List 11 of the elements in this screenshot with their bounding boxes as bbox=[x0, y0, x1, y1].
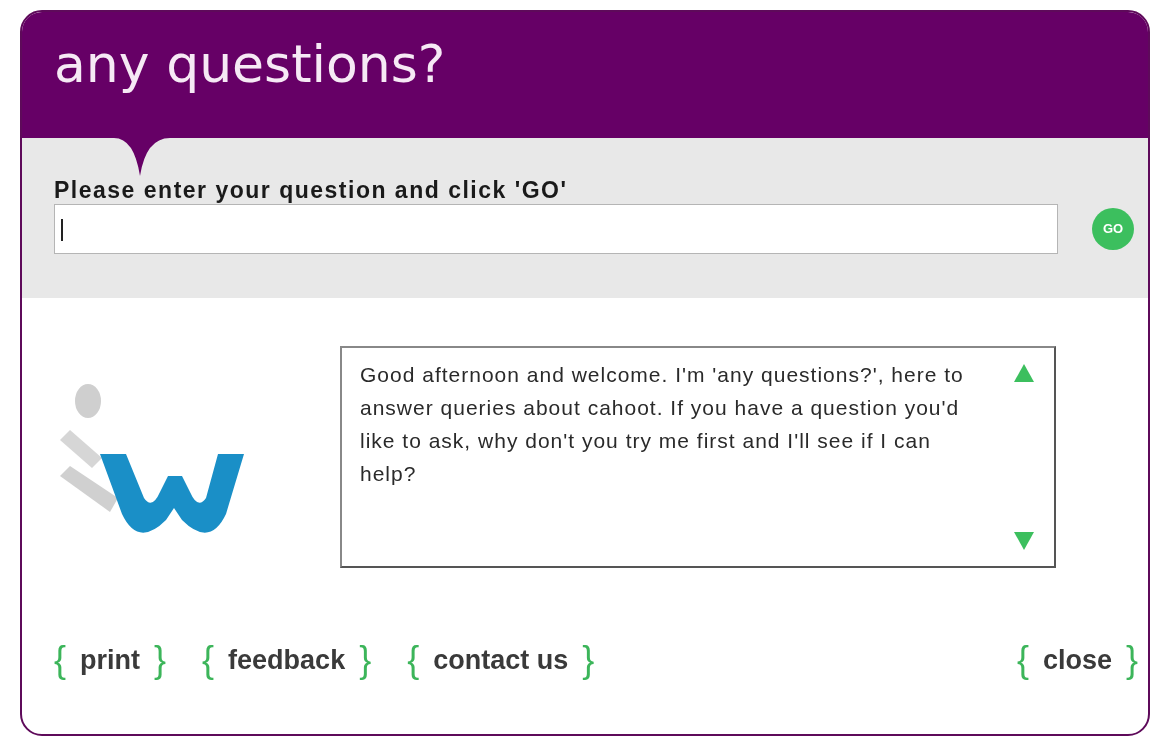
text-cursor bbox=[61, 219, 63, 241]
answer-text: Good afternoon and welcome. I'm 'any questions?', here to answer queries about cahoot. If you have a question you'd like to ask, why don't you try me first and I'll see if I can help? bbox=[359, 362, 965, 487]
footer-link[interactable]: { contact us } bbox=[407, 640, 595, 680]
question-field[interactable] bbox=[54, 204, 1059, 254]
footer-link[interactable]: { feedback } bbox=[202, 640, 372, 680]
footer-link[interactable]: { close } bbox=[1016, 640, 1138, 680]
window-title: any questions? bbox=[54, 34, 446, 94]
scroll-down-icon[interactable] bbox=[1014, 532, 1034, 550]
question-label: Please enter your question and click 'GO' bbox=[54, 178, 569, 202]
footer-link[interactable]: { print } bbox=[54, 640, 167, 680]
scroll-up-icon[interactable] bbox=[1014, 364, 1034, 382]
